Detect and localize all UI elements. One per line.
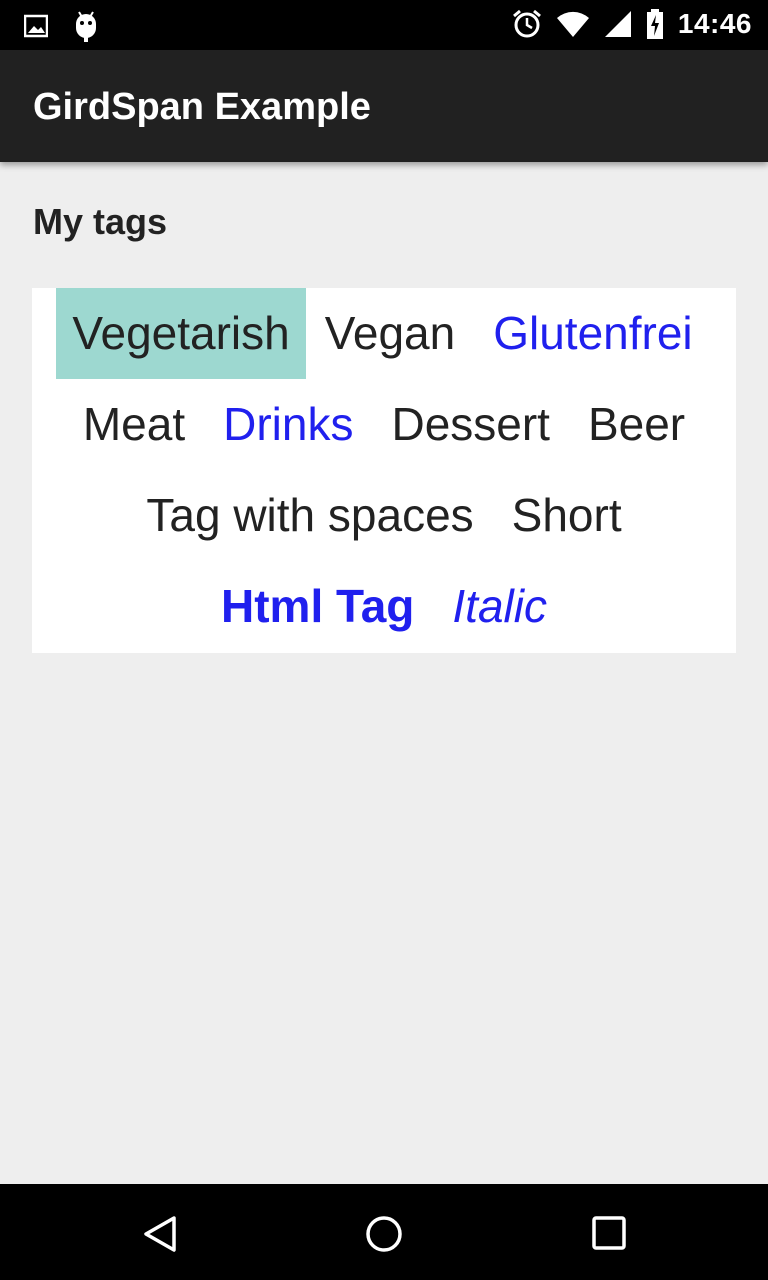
- home-icon[interactable]: [364, 1214, 404, 1254]
- tag-vegan[interactable]: Vegan: [306, 288, 474, 379]
- tag-short[interactable]: Short: [493, 470, 641, 561]
- tag-with-spaces[interactable]: Tag with spaces: [127, 470, 492, 561]
- tag-meat[interactable]: Meat: [64, 379, 204, 470]
- navigation-bar: [0, 1184, 768, 1280]
- tag-cloud: Vegetarish Vegan Glutenfrei Meat Drinks …: [32, 288, 736, 653]
- tag-vegetarish[interactable]: Vegetarish: [56, 288, 306, 379]
- tag-beer[interactable]: Beer: [569, 379, 704, 470]
- section-title: My tags: [33, 201, 168, 242]
- app-title: GirdSpan Example: [33, 86, 371, 128]
- tag-row: Vegetarish Vegan Glutenfrei: [32, 288, 736, 379]
- wifi-icon: [556, 10, 590, 38]
- tag-row: Meat Drinks Dessert Beer: [32, 379, 736, 470]
- battery-icon: [646, 9, 664, 39]
- alarm-icon: [512, 9, 542, 39]
- tag-drinks[interactable]: Drinks: [204, 379, 372, 470]
- status-time: 14:46: [677, 8, 752, 39]
- back-icon[interactable]: [140, 1214, 180, 1254]
- tag-row: Html Tag Italic: [32, 561, 736, 652]
- image-icon: [24, 14, 48, 38]
- tag-html[interactable]: Html Tag: [202, 561, 433, 652]
- recents-icon[interactable]: [590, 1214, 630, 1254]
- status-bar: 14:46: [0, 0, 768, 50]
- tag-dessert[interactable]: Dessert: [372, 379, 568, 470]
- android-icon: [74, 10, 98, 42]
- app-bar: GirdSpan Example: [0, 50, 768, 162]
- tag-italic[interactable]: Italic: [433, 561, 566, 652]
- signal-icon: [604, 10, 632, 38]
- tag-row: Tag with spaces Short: [32, 470, 736, 561]
- tag-glutenfrei[interactable]: Glutenfrei: [474, 288, 711, 379]
